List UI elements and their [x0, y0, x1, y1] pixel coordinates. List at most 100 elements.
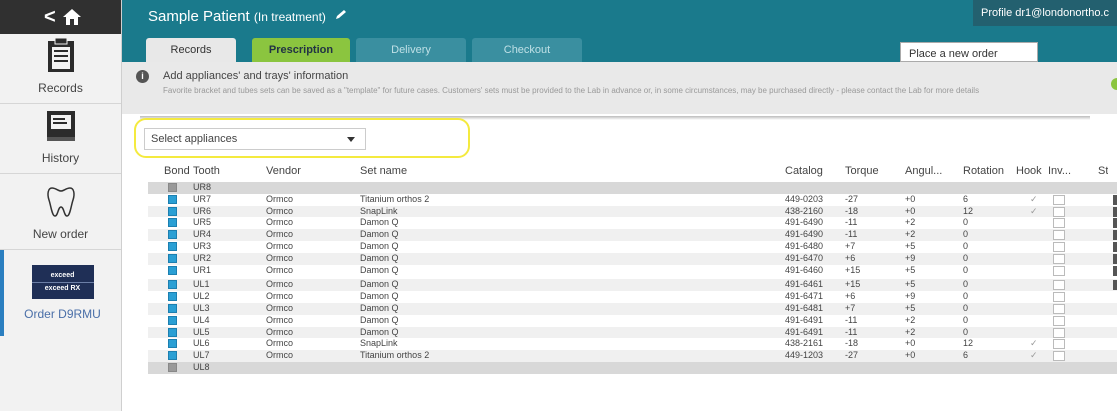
table-row[interactable]: UR6 Ormco SnapLink 438-2160 -18 +0 12 ✓ — [148, 205, 1117, 218]
tooth-cell: UL2 — [193, 291, 210, 302]
order-label: Order D9RMU — [24, 307, 101, 321]
select-appliances-dropdown[interactable]: Select appliances — [144, 128, 366, 150]
col-torque[interactable]: Torque — [845, 165, 879, 177]
torque-cell: +7 — [845, 240, 856, 251]
table-row[interactable]: UL6 Ormco SnapLink 438-2161 -18 +0 12 ✓ — [148, 338, 1117, 351]
sidebar-item-records[interactable]: Records — [0, 34, 121, 104]
tab-records[interactable]: Records — [146, 38, 236, 62]
bond-checkbox[interactable] — [168, 327, 177, 337]
table-row[interactable]: UR1 Ormco Damon Q 491-6460 +15 +5 0 — [148, 264, 1117, 277]
status-marker — [1113, 218, 1117, 229]
table-row[interactable]: UR5 Ormco Damon Q 491-6490 -11 +2 0 — [148, 217, 1117, 230]
bond-checkbox[interactable] — [168, 194, 177, 204]
rotation-cell: 6 — [963, 350, 969, 361]
table-row[interactable]: UL8 — [148, 361, 1117, 374]
status-marker — [1113, 194, 1117, 205]
col-inverted[interactable]: Inv... — [1048, 165, 1071, 177]
vendor-cell: Ormco — [266, 350, 293, 361]
table-row[interactable]: UL5 Ormco Damon Q 491-6491 -11 +2 0 — [148, 326, 1117, 339]
catalog-cell: 438-2161 — [785, 338, 824, 349]
sidebar-item-new-order[interactable]: New order — [0, 174, 121, 250]
inverted-checkbox[interactable] — [1053, 280, 1065, 291]
inverted-checkbox[interactable] — [1053, 339, 1065, 350]
inverted-checkbox[interactable] — [1053, 327, 1065, 338]
inverted-checkbox[interactable] — [1053, 292, 1065, 303]
place-new-order-button[interactable]: Place a new order — [900, 42, 1038, 62]
back-arrow-icon[interactable]: < — [44, 6, 56, 29]
sidebar-item-history[interactable]: History — [0, 104, 121, 174]
home-icon[interactable] — [62, 8, 82, 26]
col-status[interactable]: St — [1098, 165, 1108, 177]
hook-cell: ✓ — [1030, 338, 1038, 349]
bond-checkbox[interactable] — [168, 241, 177, 251]
inverted-checkbox[interactable] — [1053, 265, 1065, 276]
table-row[interactable]: UL1 Ormco Damon Q 491-6461 +15 +5 0 — [148, 279, 1117, 292]
bond-checkbox[interactable] — [168, 362, 177, 372]
inverted-checkbox[interactable] — [1053, 230, 1065, 241]
table-header: Bond Tooth Vendor Set name Catalog Torqu… — [148, 162, 1117, 182]
catalog-cell: 491-6461 — [785, 279, 824, 290]
bond-checkbox[interactable] — [168, 206, 177, 216]
rotation-cell: 6 — [963, 193, 969, 204]
table-row[interactable]: UR3 Ormco Damon Q 491-6480 +7 +5 0 — [148, 240, 1117, 253]
table-row[interactable]: UR4 Ormco Damon Q 491-6490 -11 +2 0 — [148, 229, 1117, 241]
book-icon — [46, 111, 75, 141]
bond-checkbox[interactable] — [168, 218, 177, 228]
catalog-cell: 449-0203 — [785, 193, 824, 204]
col-catalog[interactable]: Catalog — [785, 165, 823, 177]
tooth-cell: UR1 — [193, 264, 212, 275]
inverted-checkbox[interactable] — [1053, 206, 1065, 217]
bond-checkbox[interactable] — [168, 339, 177, 349]
table-row[interactable]: UR2 Ormco Damon Q 491-6470 +6 +9 0 — [148, 252, 1117, 265]
inverted-checkbox[interactable] — [1053, 241, 1065, 252]
col-bond[interactable]: Bond — [164, 165, 190, 177]
table-row[interactable]: UR7 Ormco Titanium orthos 2 449-0203 -27 +0 6 ✓ — [148, 193, 1117, 206]
order-panel[interactable]: exceed exceed RX Order D9RMU — [0, 250, 121, 336]
col-hook[interactable]: Hook — [1016, 165, 1042, 177]
table-row[interactable]: UR8 — [148, 182, 1117, 194]
bond-checkbox[interactable] — [168, 230, 177, 240]
bond-checkbox[interactable] — [168, 351, 177, 361]
header: Sample Patient (In treatment) Profile dr… — [122, 0, 1117, 34]
bond-checkbox[interactable] — [168, 253, 177, 263]
profile-link[interactable]: Profile dr1@londonortho.c — [973, 0, 1117, 26]
bond-checkbox[interactable] — [168, 265, 177, 275]
bond-checkbox[interactable] — [168, 280, 177, 290]
inverted-checkbox[interactable] — [1053, 194, 1065, 205]
status-marker — [1113, 253, 1117, 264]
catalog-cell: 449-1203 — [785, 350, 824, 361]
bond-checkbox[interactable] — [168, 303, 177, 313]
inverted-checkbox[interactable] — [1053, 253, 1065, 264]
vendor-cell: Ormco — [266, 264, 293, 275]
rotation-cell: 0 — [963, 302, 969, 313]
table-row[interactable]: UL4 Ormco Damon Q 491-6491 -11 +2 0 — [148, 314, 1117, 327]
tooth-cell: UR5 — [193, 217, 212, 228]
hook-cell: ✓ — [1030, 205, 1038, 216]
set-name-cell: Damon Q — [360, 291, 399, 302]
inverted-checkbox[interactable] — [1053, 351, 1065, 362]
inverted-checkbox[interactable] — [1053, 315, 1065, 326]
inverted-checkbox[interactable] — [1053, 218, 1065, 229]
col-set-name[interactable]: Set name — [360, 165, 407, 177]
vendor-cell: Ormco — [266, 252, 293, 263]
bond-checkbox[interactable] — [168, 315, 177, 325]
col-vendor[interactable]: Vendor — [266, 165, 301, 177]
tab-checkout[interactable]: Checkout — [472, 38, 582, 62]
bond-checkbox[interactable] — [168, 292, 177, 302]
col-rotation[interactable]: Rotation — [963, 165, 1004, 177]
vendor-cell: Ormco — [266, 229, 293, 240]
hook-cell: ✓ — [1030, 193, 1038, 204]
tab-prescription[interactable]: Prescription — [252, 38, 350, 62]
tab-delivery[interactable]: Delivery — [356, 38, 466, 62]
table-row[interactable]: UL2 Ormco Damon Q 491-6471 +6 +9 0 — [148, 291, 1117, 303]
inverted-checkbox[interactable] — [1053, 303, 1065, 314]
col-tooth[interactable]: Tooth — [193, 165, 220, 177]
catalog-cell: 491-6491 — [785, 314, 824, 325]
table-body: UR8 UR7 Ormco Titanium orthos 2 449-0203 -27 +… — [148, 182, 1117, 374]
bond-checkbox[interactable] — [168, 183, 177, 192]
col-angulation[interactable]: Angul... — [905, 165, 942, 177]
table-row[interactable]: UL3 Ormco Damon Q 491-6481 +7 +5 0 — [148, 302, 1117, 315]
vendor-cell: Ormco — [266, 217, 293, 228]
edit-pencil-icon[interactable] — [334, 9, 348, 21]
table-row[interactable]: UL7 Ormco Titanium orthos 2 449-1203 -27 +0 6 ✓ — [148, 350, 1117, 362]
